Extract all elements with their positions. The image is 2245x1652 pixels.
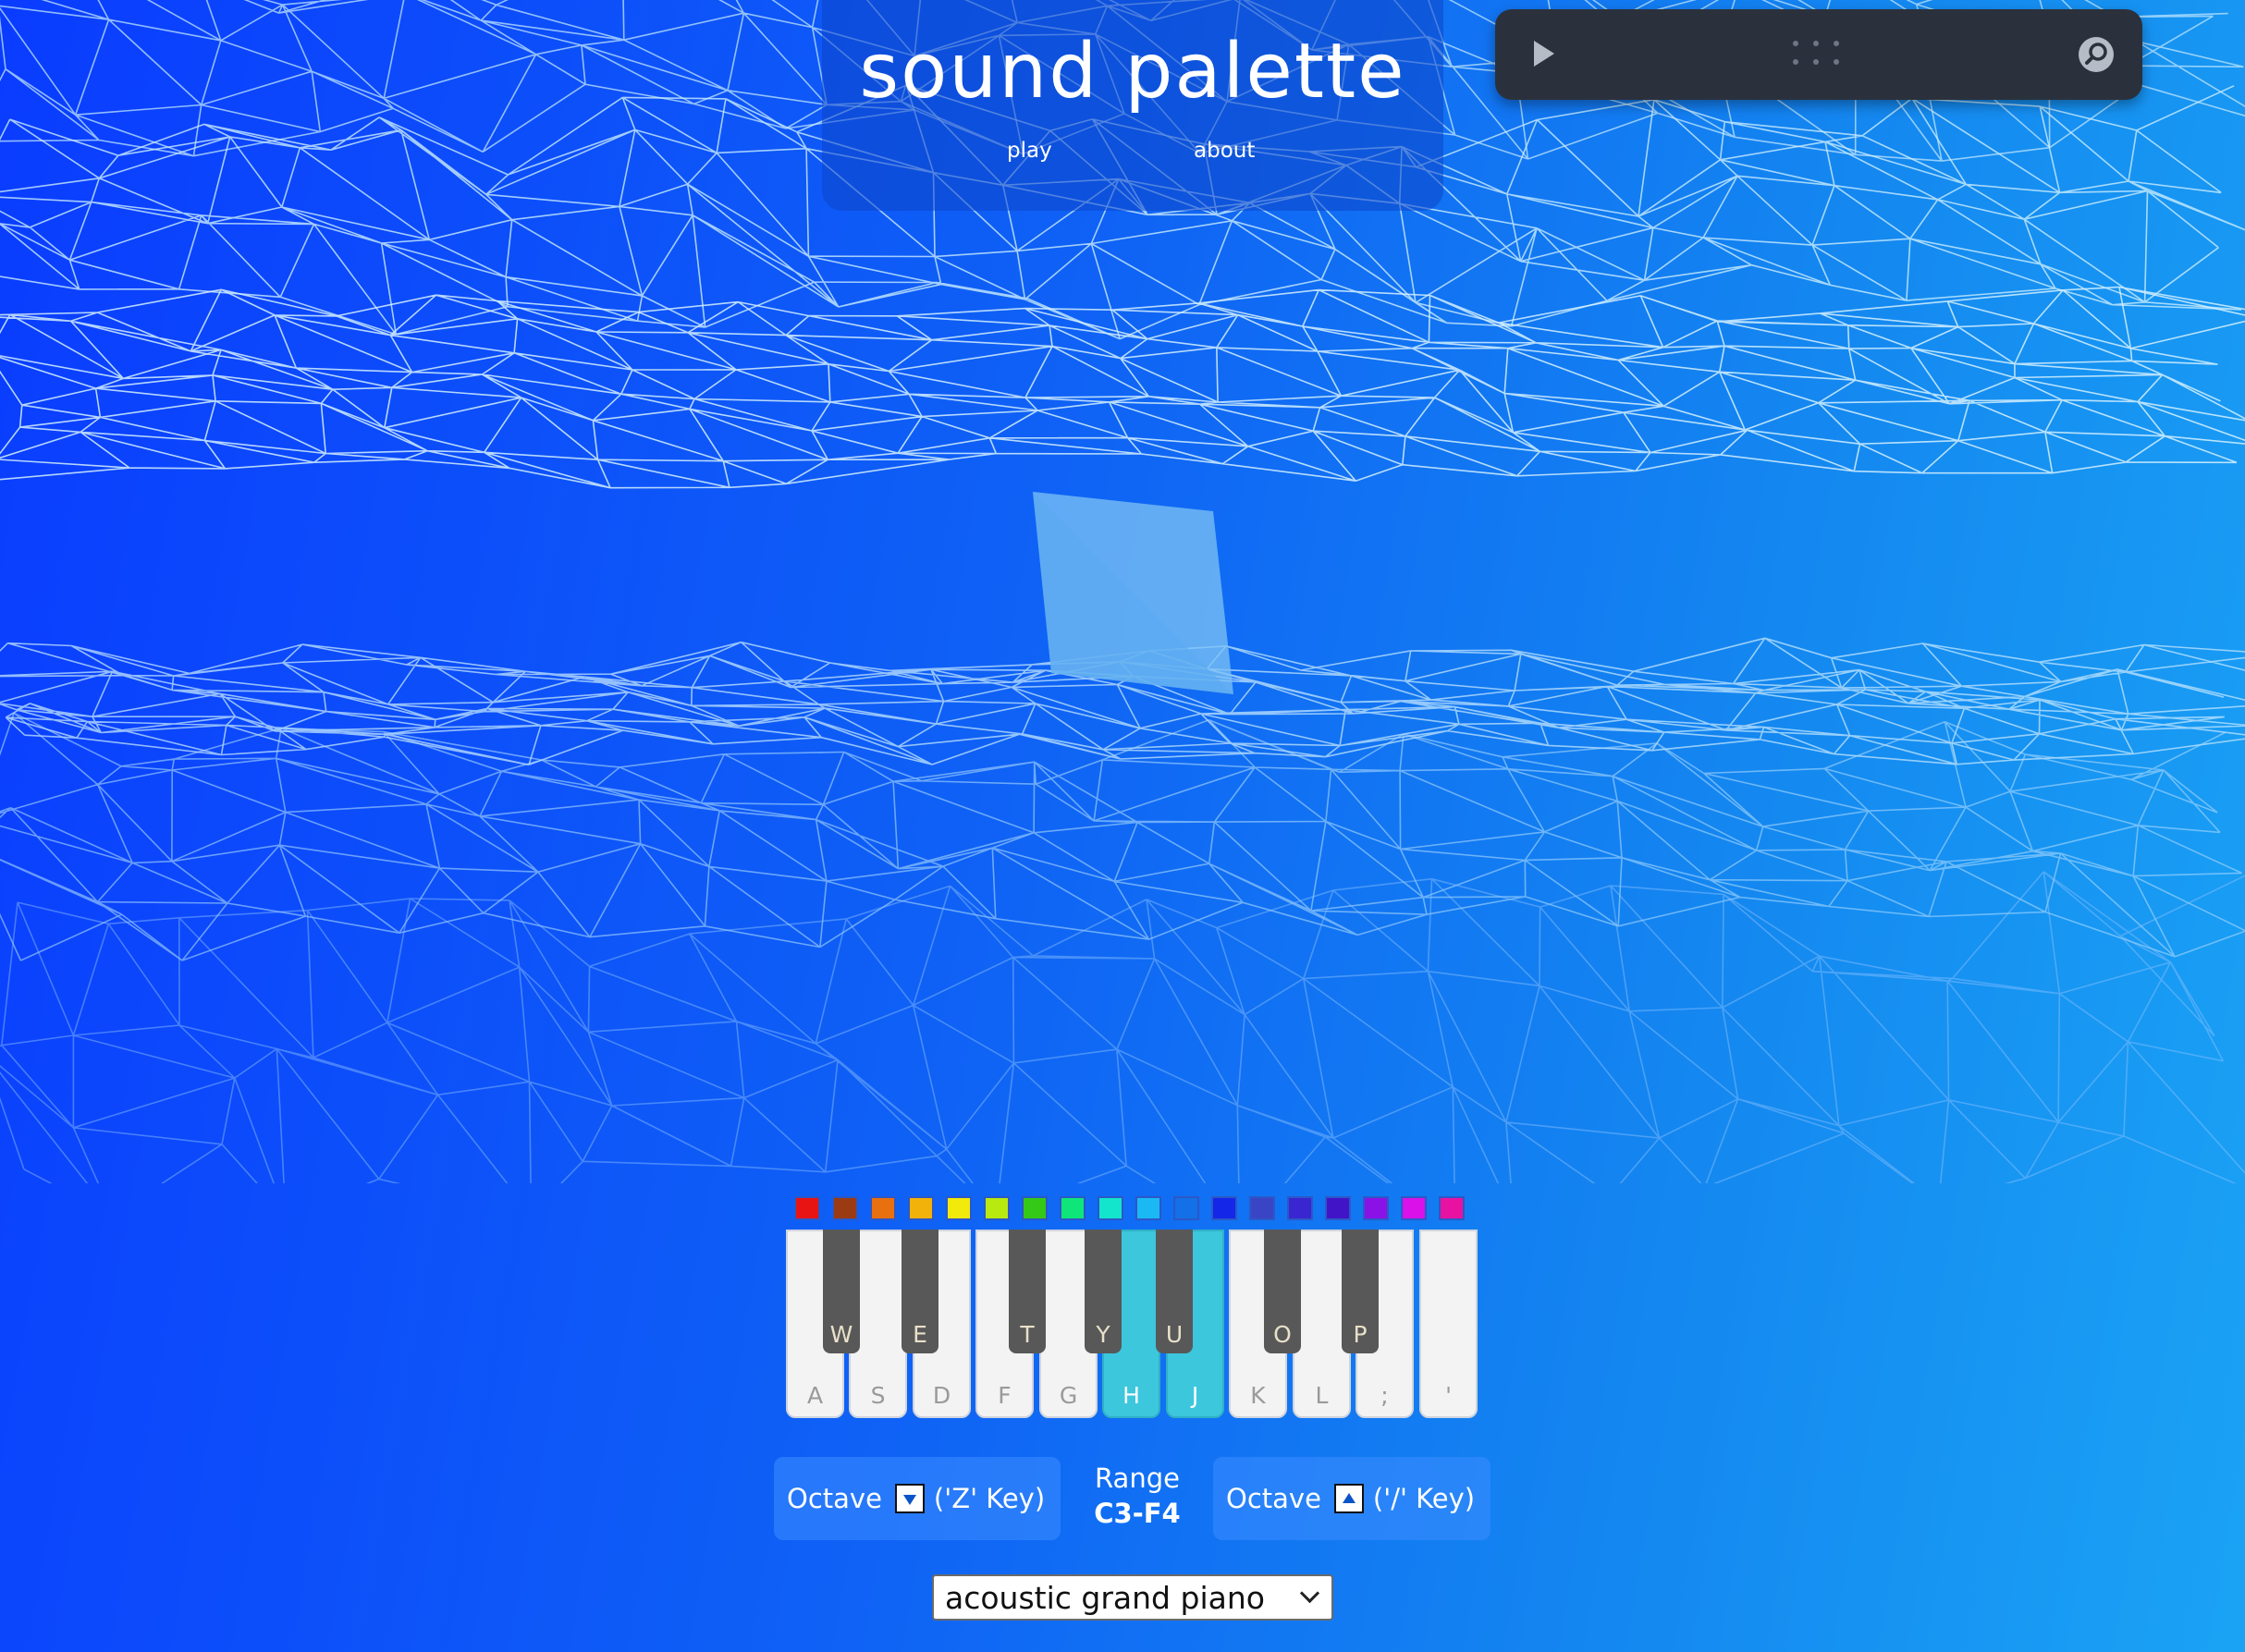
drag-handle-icon[interactable] bbox=[1793, 41, 1846, 68]
instrument-selected-value: acoustic grand piano bbox=[945, 1580, 1265, 1616]
color-swatch[interactable] bbox=[870, 1196, 896, 1220]
piano-key-t[interactable]: T bbox=[1009, 1230, 1046, 1353]
audio-player-widget bbox=[1495, 9, 2142, 100]
nav-link-play[interactable]: play bbox=[1007, 139, 1052, 163]
key-label: F bbox=[998, 1382, 1012, 1409]
piano-key-y[interactable]: Y bbox=[1085, 1230, 1122, 1353]
color-swatch[interactable] bbox=[908, 1196, 934, 1220]
key-label: J bbox=[1191, 1382, 1199, 1409]
range-value: C3-F4 bbox=[1094, 1498, 1181, 1529]
color-swatch[interactable] bbox=[984, 1196, 1010, 1220]
color-swatch[interactable] bbox=[832, 1196, 858, 1220]
piano-key-p[interactable]: P bbox=[1342, 1230, 1379, 1353]
color-swatch[interactable] bbox=[1022, 1196, 1048, 1220]
octave-down-label: Octave bbox=[787, 1483, 882, 1514]
octave-up-label: Octave bbox=[1226, 1483, 1321, 1514]
color-swatch[interactable] bbox=[794, 1196, 820, 1220]
color-swatch[interactable] bbox=[1249, 1196, 1275, 1220]
arrow-down-icon bbox=[894, 1484, 925, 1513]
key-label: T bbox=[1020, 1321, 1035, 1348]
site-header: sound palette play about bbox=[822, 0, 1443, 211]
nav-link-about[interactable]: about bbox=[1194, 139, 1255, 163]
key-label: Y bbox=[1096, 1321, 1110, 1348]
range-display: Range C3-F4 bbox=[1073, 1461, 1202, 1531]
key-label: S bbox=[870, 1382, 886, 1409]
instrument-select[interactable]: acoustic grand piano bbox=[932, 1574, 1333, 1621]
site-title: sound palette bbox=[859, 28, 1406, 116]
chevron-down-icon bbox=[1299, 1583, 1320, 1604]
piano-key-e[interactable]: E bbox=[902, 1230, 938, 1353]
octave-down-hint: ('Z' Key) bbox=[933, 1483, 1046, 1514]
piano-key-o[interactable]: O bbox=[1264, 1230, 1301, 1353]
key-label: O bbox=[1273, 1321, 1292, 1348]
key-label: ' bbox=[1445, 1382, 1452, 1409]
key-label: P bbox=[1353, 1321, 1368, 1348]
piano-keyboard: A S D F G H J K L ; ' W E T Y U O P bbox=[786, 1230, 1479, 1420]
key-label: L bbox=[1315, 1382, 1329, 1409]
color-swatch[interactable] bbox=[1401, 1196, 1427, 1220]
color-swatch[interactable] bbox=[1060, 1196, 1086, 1220]
key-label: D bbox=[932, 1382, 951, 1409]
color-swatch[interactable] bbox=[1287, 1196, 1313, 1220]
color-swatch[interactable] bbox=[1363, 1196, 1389, 1220]
key-label: G bbox=[1059, 1382, 1078, 1409]
arrow-up-icon bbox=[1333, 1484, 1364, 1513]
key-label: W bbox=[829, 1321, 853, 1348]
key-label: A bbox=[806, 1382, 824, 1409]
color-swatch[interactable] bbox=[1098, 1196, 1123, 1220]
range-label: Range bbox=[1095, 1462, 1180, 1494]
octave-down-button[interactable]: Octave ('Z' Key) bbox=[774, 1457, 1061, 1540]
piano-key-quote[interactable]: ' bbox=[1419, 1230, 1478, 1418]
octave-up-button[interactable]: Octave ('/' Key) bbox=[1213, 1457, 1491, 1540]
key-label: E bbox=[913, 1321, 927, 1348]
key-label: U bbox=[1165, 1321, 1184, 1348]
color-swatch[interactable] bbox=[1325, 1196, 1351, 1220]
color-swatch[interactable] bbox=[1135, 1196, 1161, 1220]
color-swatch[interactable] bbox=[1211, 1196, 1237, 1220]
key-label: H bbox=[1122, 1382, 1140, 1409]
search-icon[interactable] bbox=[2077, 35, 2116, 74]
wireframe-lines bbox=[0, 871, 2245, 1183]
color-swatch[interactable] bbox=[1173, 1196, 1199, 1220]
play-icon[interactable] bbox=[1534, 41, 1554, 67]
piano-key-w[interactable]: W bbox=[823, 1230, 860, 1353]
key-label: K bbox=[1250, 1382, 1266, 1409]
octave-up-hint: ('/' Key) bbox=[1372, 1483, 1476, 1514]
piano-key-u[interactable]: U bbox=[1156, 1230, 1193, 1353]
color-swatch[interactable] bbox=[1439, 1196, 1465, 1220]
key-label: ; bbox=[1380, 1382, 1389, 1409]
color-swatch[interactable] bbox=[946, 1196, 972, 1220]
